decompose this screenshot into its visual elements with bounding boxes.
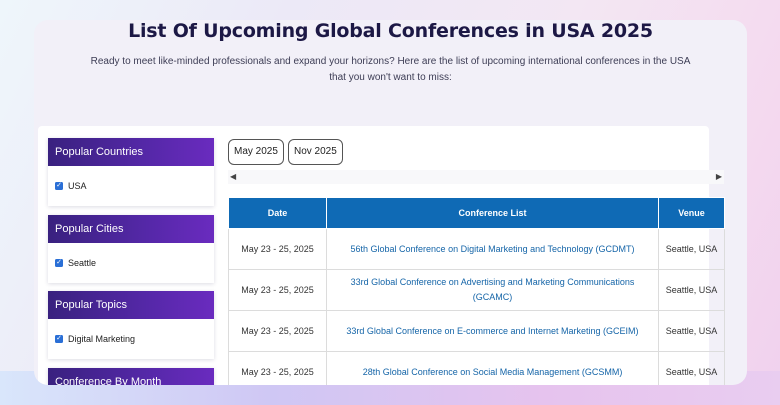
widget-conference-by-month: Conference By Month: [48, 368, 214, 385]
conference-link[interactable]: 33rd Global Conference on E-commerce and…: [326, 310, 659, 352]
cell-venue: Seattle, USA: [658, 228, 725, 270]
checkmark-icon[interactable]: ✓: [55, 335, 63, 343]
widget-title: Conference By Month: [48, 368, 214, 385]
month-button-may-2025[interactable]: May 2025: [228, 139, 284, 165]
table-row: May 23 - 25, 2025 56th Global Conference…: [228, 228, 725, 270]
conference-link[interactable]: 28th Global Conference on Social Media M…: [326, 351, 659, 385]
arrow-left-icon[interactable]: ◀: [230, 172, 236, 181]
column-header-date: Date: [228, 197, 327, 229]
horizontal-scrollbar[interactable]: ◀ ▶: [228, 170, 724, 184]
widget-popular-countries: Popular Countries ✓ USA: [48, 138, 214, 206]
table-row: May 23 - 25, 2025 28th Global Conference…: [228, 351, 725, 385]
table-header-row: Date Conference List Venue: [228, 197, 725, 229]
filter-option-seattle[interactable]: ✓ Seattle: [48, 243, 214, 283]
filter-option-usa[interactable]: ✓ USA: [48, 166, 214, 206]
page-title: List Of Upcoming Global Conferences in U…: [128, 20, 653, 42]
cell-venue: Seattle, USA: [658, 310, 725, 352]
widget-title: Popular Countries: [48, 138, 214, 166]
conference-link[interactable]: 33rd Global Conference on Advertising an…: [326, 269, 659, 311]
filter-option-digital-marketing[interactable]: ✓ Digital Marketing: [48, 319, 214, 359]
column-header-venue: Venue: [658, 197, 725, 229]
column-header-conference-list: Conference List: [326, 197, 659, 229]
conference-card: List Of Upcoming Global Conferences in U…: [34, 20, 747, 385]
checkmark-icon[interactable]: ✓: [55, 259, 63, 267]
conference-link[interactable]: 56th Global Conference on Digital Market…: [326, 228, 659, 270]
widget-popular-cities: Popular Cities ✓ Seattle: [48, 215, 214, 283]
cell-venue: Seattle, USA: [658, 269, 725, 311]
cell-date: May 23 - 25, 2025: [228, 351, 327, 385]
widget-title: Popular Topics: [48, 291, 214, 319]
content-panel: Popular Countries ✓ USA Popular Cities ✓…: [38, 126, 725, 385]
month-button-nov-2025[interactable]: Nov 2025: [288, 139, 343, 165]
page-subtitle: Ready to meet like-minded professionals …: [90, 56, 691, 83]
filter-label: Digital Marketing: [68, 334, 136, 344]
cell-date: May 23 - 25, 2025: [228, 228, 327, 270]
filter-label: USA: [68, 181, 87, 191]
widget-title: Popular Cities: [48, 215, 214, 243]
filter-label: Seattle: [68, 258, 97, 268]
widget-popular-topics: Popular Topics ✓ Digital Marketing: [48, 291, 214, 359]
conference-table: Date Conference List Venue May 23 - 25, …: [228, 197, 725, 385]
table-row: May 23 - 25, 2025 33rd Global Conference…: [228, 269, 725, 311]
cell-venue: Seattle, USA: [658, 351, 725, 385]
arrow-right-icon[interactable]: ▶: [716, 172, 722, 181]
checkmark-icon[interactable]: ✓: [55, 182, 63, 190]
cell-date: May 23 - 25, 2025: [228, 269, 327, 311]
cell-date: May 23 - 25, 2025: [228, 310, 327, 352]
table-row: May 23 - 25, 2025 33rd Global Conference…: [228, 310, 725, 352]
